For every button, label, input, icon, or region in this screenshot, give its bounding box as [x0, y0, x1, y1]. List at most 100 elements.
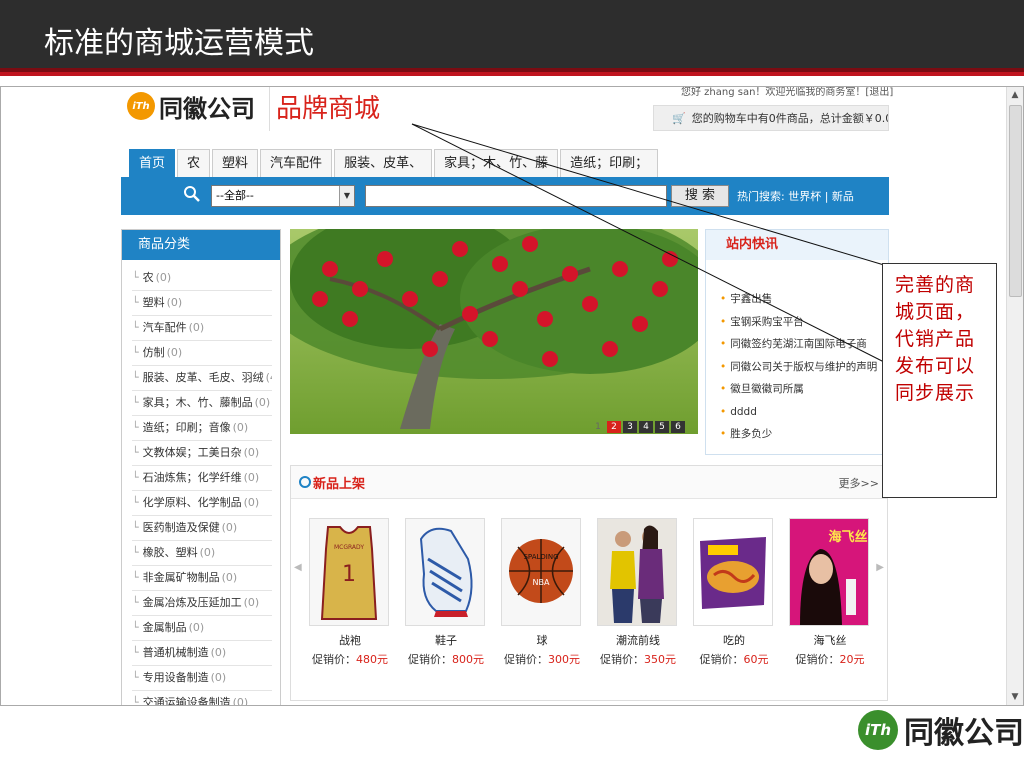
vertical-scrollbar[interactable]: ▲ ▼: [1006, 87, 1023, 705]
news-item[interactable]: • dddd: [720, 401, 888, 424]
footer-logo-badge-icon: iTh: [858, 710, 898, 750]
cart-icon: 🛒: [672, 112, 686, 125]
category-count: (0): [221, 521, 238, 534]
news-item[interactable]: • 胜多负少: [720, 423, 888, 446]
category-count: (0): [210, 671, 227, 684]
category-name: 塑料: [142, 296, 165, 309]
new-arrivals-title: 新品上架: [313, 477, 366, 492]
category-item[interactable]: └ 石油炼焦；化学纤维 (0): [132, 466, 272, 491]
product-image-basketball: SPALDING NBA: [501, 518, 581, 626]
scroll-down-icon[interactable]: ▼: [1007, 689, 1023, 705]
site-logo[interactable]: iTh 同徽公司: [127, 91, 255, 123]
apple: [402, 291, 418, 307]
banner-image[interactable]: [290, 229, 698, 434]
nav-tab-plastic[interactable]: 塑料: [212, 149, 259, 178]
chevron-left-icon[interactable]: ◀: [294, 562, 302, 573]
category-item[interactable]: └ 普通机械制造 (0): [132, 641, 272, 666]
banner-page[interactable]: 6: [671, 421, 685, 433]
hot-search-link[interactable]: 新品: [832, 190, 854, 203]
product-card[interactable]: 潮流前线 促销价：350元: [597, 518, 679, 667]
search-input[interactable]: [365, 185, 667, 207]
banner-page[interactable]: 3: [623, 421, 637, 433]
bullet-icon: └: [132, 596, 139, 609]
search-button[interactable]: 搜 索: [671, 185, 729, 207]
news-item[interactable]: • 宇鑫出售: [720, 288, 888, 311]
category-select-value: --全部--: [216, 189, 254, 202]
apple: [562, 266, 578, 282]
news-item[interactable]: • 同徽公司关于版权与维护的声明: [720, 356, 888, 379]
nav-tab-auto-parts[interactable]: 汽车配件: [260, 149, 333, 178]
news-item[interactable]: • 宝钢采购宝平台: [720, 311, 888, 334]
banner-pager: 1 2 3 4 5 6: [591, 421, 687, 433]
category-item[interactable]: └服装、皮革、毛皮、羽绒(4): [132, 366, 272, 391]
annotation-box: 完善的商城页面，代销产品发布可以同步展示: [882, 263, 997, 498]
category-item[interactable]: └ 非金属矿物制品 (0): [132, 566, 272, 591]
category-item[interactable]: └ 金属冶炼及压延加工 (0): [132, 591, 272, 616]
news-text: 胜多负少: [730, 428, 773, 440]
category-item[interactable]: └ 塑料 (0): [132, 291, 272, 316]
category-item[interactable]: └ 医药制造及保健 (0): [132, 516, 272, 541]
category-name: 服装、皮革、毛皮、羽绒: [142, 371, 264, 384]
bullet-icon: └: [132, 471, 139, 484]
banner-page[interactable]: 4: [639, 421, 653, 433]
category-item[interactable]: └ 家具；木、竹、藤制品 (0): [132, 391, 272, 416]
cart-summary[interactable]: 🛒 您的购物车中有0件商品，总计金额￥0.0元。: [653, 105, 889, 131]
product-card[interactable]: MCGRADY 1 战袍 促销价：480元: [309, 518, 391, 667]
category-count: (0): [155, 271, 172, 284]
scroll-up-icon[interactable]: ▲: [1007, 87, 1023, 103]
user-greeting[interactable]: 您好 zhang san！欢迎光临我的商务室！[退出]: [681, 87, 893, 98]
jersey-text: MCGRADY: [334, 544, 364, 551]
more-link[interactable]: 更多>>: [839, 475, 879, 491]
product-card[interactable]: 海飞丝 海飞丝 促销价：20元: [789, 518, 871, 667]
product-card[interactable]: SPALDING NBA 球 促销价：300元: [501, 518, 583, 667]
banner-page[interactable]: 1: [591, 421, 605, 433]
footer-logo: iTh 同徽公司: [858, 708, 1024, 752]
news-item[interactable]: • 徽旦徽徽司所属: [720, 378, 888, 401]
search-icon: [184, 186, 200, 202]
product-card[interactable]: 鞋子 促销价：800元: [405, 518, 487, 667]
new-arrivals-header: 新品上架 更多>>: [291, 466, 887, 499]
category-count: (0): [243, 496, 260, 509]
category-item[interactable]: └ 专用设备制造 (0): [132, 666, 272, 691]
scroll-thumb[interactable]: [1009, 105, 1022, 297]
news-title: 站内快讯: [706, 230, 888, 260]
bullet-icon: └: [132, 646, 139, 659]
nav-tab-apparel[interactable]: 服装、皮革、: [334, 149, 433, 178]
nav-tab-paper[interactable]: 造纸；印刷；: [560, 149, 659, 178]
category-item[interactable]: └ 交通运输设备制造 (0): [132, 691, 272, 705]
apple: [422, 341, 438, 357]
category-name: 金属制品: [142, 621, 187, 634]
news-text: 同徽签约芜湖江南国际电子商: [730, 338, 867, 350]
category-item[interactable]: └ 橡胶、塑料 (0): [132, 541, 272, 566]
news-text: 同徽公司关于版权与维护的声明: [730, 360, 878, 373]
category-item[interactable]: └ 汽车配件 (0): [132, 316, 272, 341]
hot-search-link[interactable]: 世界杯: [788, 190, 821, 203]
bullet-icon: •: [720, 293, 727, 305]
product-price: 促销价：60元: [699, 653, 769, 666]
nav-tab-furniture[interactable]: 家具；木、竹、藤: [434, 149, 559, 178]
category-select[interactable]: --全部-- ▼: [211, 185, 355, 207]
category-item[interactable]: └ 化学原料、化学制品 (0): [132, 491, 272, 516]
bullet-icon: └: [132, 396, 139, 409]
apple: [602, 341, 618, 357]
new-arrivals-panel: 新品上架 更多>> ◀ ▶ MCGRADY 1 战袍 促销价：480元 鞋子 促…: [290, 465, 888, 701]
banner-page[interactable]: 5: [655, 421, 669, 433]
bullet-icon: └: [132, 521, 139, 534]
nav-tab-home[interactable]: 首页: [129, 149, 176, 178]
chevron-right-icon[interactable]: ▶: [876, 562, 884, 573]
product-name: 球: [536, 634, 548, 647]
category-item[interactable]: └ 金属制品 (0): [132, 616, 272, 641]
banner-page-active[interactable]: 2: [607, 421, 621, 433]
product-card[interactable]: 吃的 促销价：60元: [693, 518, 775, 667]
category-item[interactable]: └ 文教体娱；工美日杂 (0): [132, 441, 272, 466]
product-price: 促销价：300元: [504, 653, 580, 666]
news-item[interactable]: • 同徽签约芜湖江南国际电子商: [720, 333, 888, 356]
cart-text: 您的购物车中有0件商品，总计金额￥0.0元。: [691, 112, 888, 125]
category-item[interactable]: └ 仿制 (0): [132, 341, 272, 366]
category-item[interactable]: └ 造纸；印刷；音像 (0): [132, 416, 272, 441]
bullet-icon: └: [132, 496, 139, 509]
category-item[interactable]: └ 农 (0): [132, 266, 272, 291]
category-count: (0): [199, 546, 216, 559]
nav-tab-agri[interactable]: 农: [177, 149, 211, 178]
category-name: 金属冶炼及压延加工: [142, 596, 242, 609]
